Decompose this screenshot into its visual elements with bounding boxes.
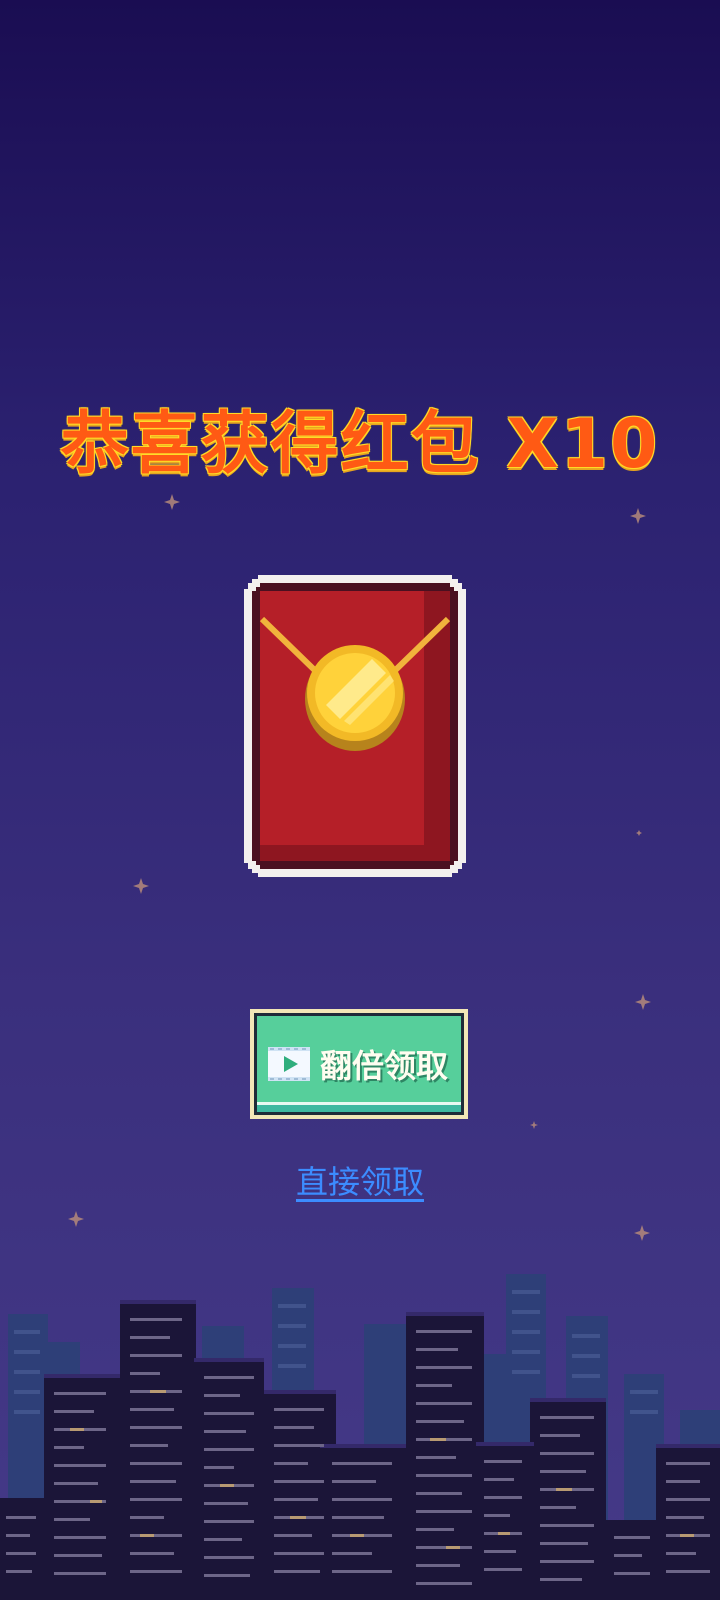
sparkle-icon	[133, 878, 149, 894]
sparkle-icon	[636, 830, 642, 836]
double-claim-label: 翻倍领取	[320, 1047, 449, 1085]
sparkle-icon	[630, 508, 646, 524]
sparkle-icon	[635, 994, 651, 1010]
red-envelope-icon	[244, 575, 466, 877]
sparkle-icon	[68, 1211, 84, 1227]
sparkle-icon	[634, 1225, 650, 1241]
direct-claim-link[interactable]: 直接领取	[0, 1157, 720, 1203]
reward-title: 恭喜获得红包 X10	[60, 405, 660, 484]
city-skyline	[0, 1274, 720, 1600]
sparkle-icon	[164, 494, 180, 510]
sparkle-icon	[530, 1121, 538, 1129]
video-play-icon	[268, 1047, 310, 1081]
double-claim-button[interactable]: 翻倍领取	[250, 1009, 468, 1119]
